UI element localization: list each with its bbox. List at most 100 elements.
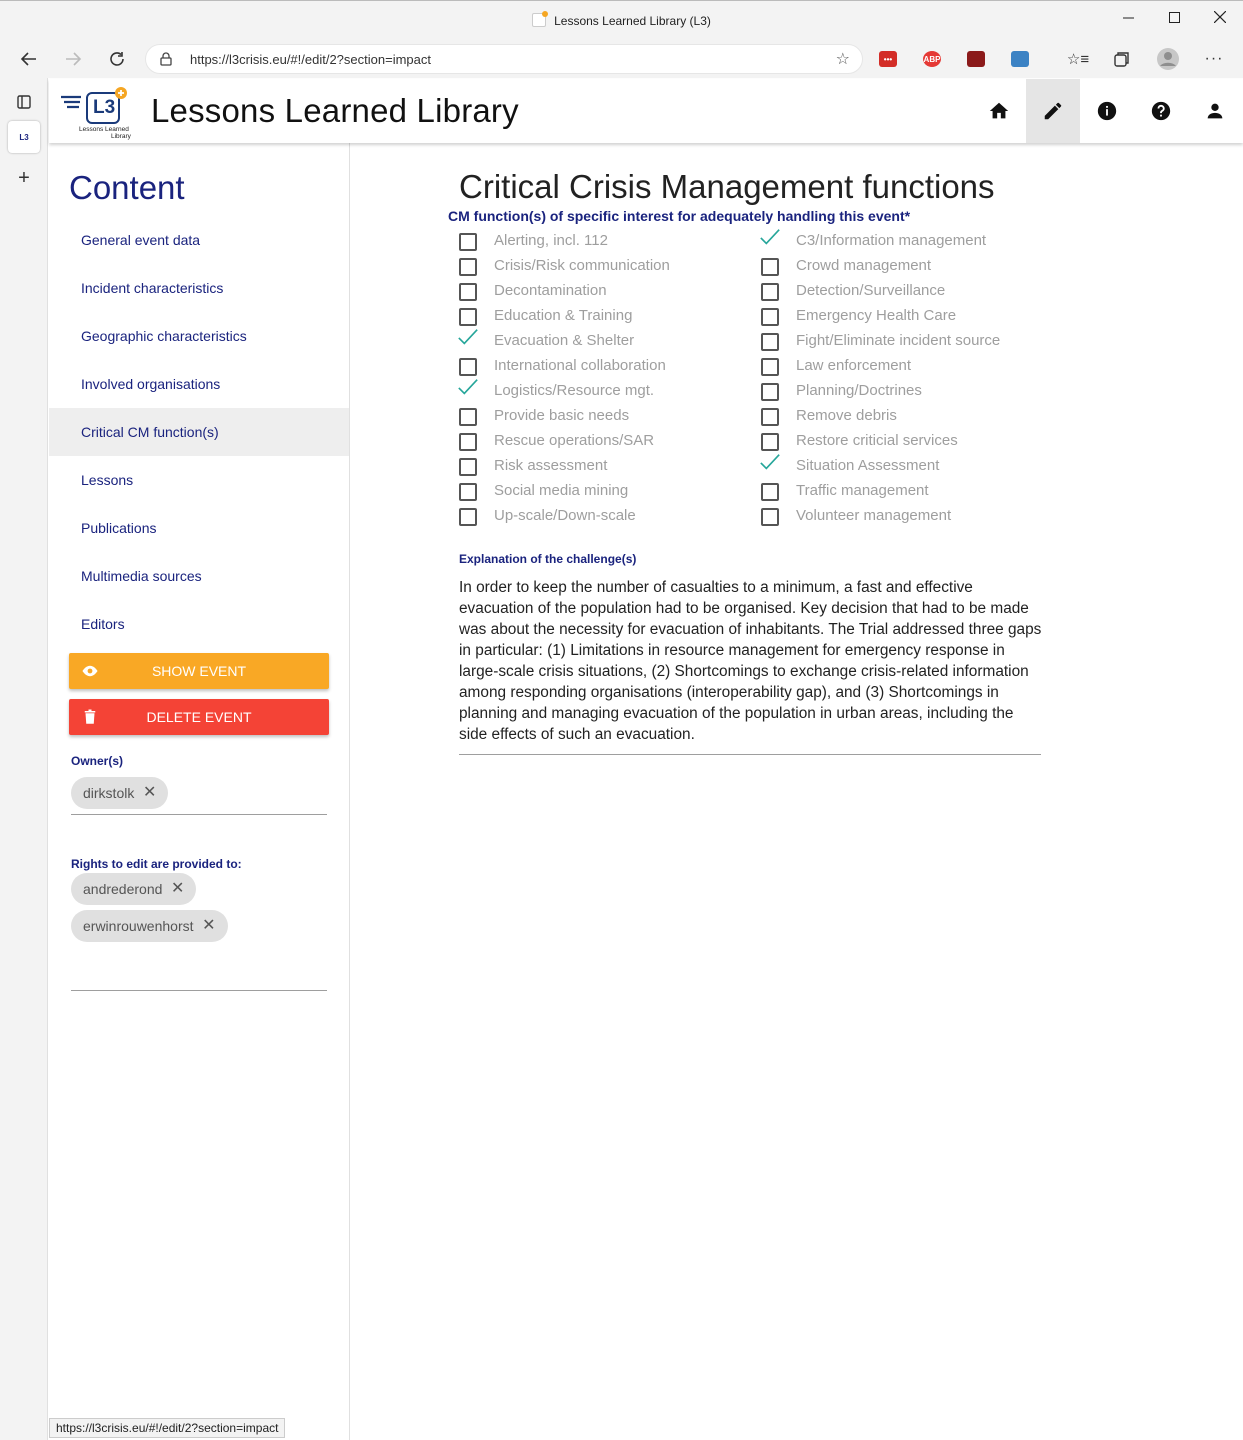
edit-button[interactable] — [1026, 79, 1080, 143]
cm-function-label: Alerting, incl. 112 — [494, 232, 608, 249]
refresh-button[interactable] — [102, 44, 132, 74]
cm-function-label: Risk assessment — [494, 457, 608, 474]
show-event-label: SHOW EVENT — [151, 663, 247, 679]
checkbox-box[interactable] — [459, 458, 477, 476]
adblock-extension-icon[interactable]: ABP — [923, 51, 941, 67]
checkbox-box[interactable] — [761, 508, 779, 526]
cm-function-label: Social media mining — [494, 482, 629, 499]
remove-chip-icon[interactable]: ✕ — [143, 777, 156, 809]
cm-function-label: Crowd management — [796, 257, 932, 274]
checkmark-icon — [458, 379, 478, 395]
checkbox-box[interactable] — [459, 233, 477, 251]
owners-label: Owner(s) — [71, 754, 124, 768]
remove-chip-icon[interactable]: ✕ — [202, 910, 215, 942]
checkbox-box[interactable] — [761, 383, 779, 401]
checkmark-icon — [458, 329, 478, 345]
functions-question: CM function(s) of specific interest for … — [448, 208, 911, 224]
l3-logo[interactable]: L3 Lessons Learned Library — [59, 83, 131, 140]
lastpass-extension-icon[interactable]: ••• — [879, 51, 897, 67]
vertical-tabs-panel: L3 + — [0, 78, 48, 1440]
checkbox-box[interactable] — [761, 408, 779, 426]
lastpass-extension-label: ••• — [883, 54, 893, 64]
explanation-textarea[interactable]: In order to keep the number of casualtie… — [459, 577, 1045, 745]
checkbox-box[interactable] — [459, 433, 477, 451]
address-bar[interactable]: https://l3crisis.eu/#!/edit/2?section=im… — [145, 44, 863, 74]
app-header: L3 Lessons Learned Library Lessons Learn… — [49, 79, 1243, 143]
lock-icon — [160, 52, 172, 66]
close-window-button[interactable] — [1197, 1, 1243, 33]
checkbox-box[interactable] — [459, 308, 477, 326]
sidebar-item-involved-organisations[interactable]: Involved organisations — [49, 360, 349, 408]
forward-button[interactable] — [58, 44, 88, 74]
editor-chip-label: andrederond — [83, 881, 163, 897]
reader-extension-icon[interactable] — [1011, 51, 1029, 67]
checkbox-box[interactable] — [761, 258, 779, 276]
sidebar-item-critical-cm-functions[interactable]: Critical CM function(s) — [49, 408, 349, 456]
minimize-button[interactable] — [1105, 1, 1151, 33]
checkbox-box[interactable] — [761, 333, 779, 351]
add-favorite-icon[interactable]: ☆ — [836, 49, 850, 69]
sidebar-item-multimedia-sources[interactable]: Multimedia sources — [49, 552, 349, 600]
window-titlebar: Lessons Learned Library (L3) — [0, 0, 1243, 40]
editors-divider — [71, 990, 327, 991]
cm-function-label: Situation Assessment — [796, 457, 940, 474]
show-event-button[interactable]: SHOW EVENT — [69, 653, 329, 689]
logo-caption-2: Library — [111, 133, 131, 140]
new-tab-button[interactable]: + — [8, 162, 40, 194]
profile-button[interactable] — [1153, 44, 1183, 74]
checkbox-box[interactable] — [459, 408, 477, 426]
delete-event-button[interactable]: DELETE EVENT — [69, 699, 329, 735]
checkbox-box[interactable] — [459, 483, 477, 501]
delete-event-label: DELETE EVENT — [146, 709, 252, 725]
settings-more-button[interactable]: ··· — [1199, 44, 1229, 74]
info-button[interactable] — [1080, 79, 1134, 143]
help-button[interactable] — [1134, 79, 1188, 143]
checkbox-box[interactable] — [459, 258, 477, 276]
tab-actions-button[interactable] — [8, 86, 40, 118]
sidebar-item-editors[interactable]: Editors — [49, 600, 349, 648]
checkbox-box[interactable] — [459, 508, 477, 526]
checkbox-box[interactable] — [761, 433, 779, 451]
cm-function-label: Restore criticial services — [796, 432, 958, 449]
profile-avatar-icon — [1157, 48, 1179, 70]
sidebar-item-publications[interactable]: Publications — [49, 504, 349, 552]
extension-3-icon[interactable] — [967, 51, 985, 67]
maximize-button[interactable] — [1151, 1, 1197, 33]
editor-chip: andrederond ✕ — [71, 873, 197, 905]
maximize-icon — [1168, 11, 1180, 23]
help-icon — [1151, 101, 1171, 121]
owner-chip-label: dirkstolk — [83, 785, 135, 801]
app-title: Lessons Learned Library — [151, 92, 519, 129]
l3-favicon-icon: L3 — [19, 132, 29, 142]
checkbox-box[interactable] — [459, 358, 477, 376]
checkbox-box[interactable] — [761, 358, 779, 376]
cm-function-label: Up-scale/Down-scale — [494, 507, 636, 524]
back-button[interactable] — [14, 44, 44, 74]
collections-icon — [1114, 52, 1129, 67]
home-button[interactable] — [972, 79, 1026, 143]
checkbox-box[interactable] — [761, 483, 779, 501]
checkbox-box[interactable] — [459, 283, 477, 301]
sidebar-item-incident-characteristics[interactable]: Incident characteristics — [49, 264, 349, 312]
cm-function-label: Evacuation & Shelter — [494, 332, 635, 349]
sidebar-item-general-event-data[interactable]: General event data — [49, 216, 349, 264]
cm-function-label: Emergency Health Care — [796, 307, 957, 324]
checkbox-box[interactable] — [761, 308, 779, 326]
explanation-label: Explanation of the challenge(s) — [459, 552, 637, 566]
tab-l3-active[interactable]: L3 — [8, 121, 40, 153]
sidebar-item-lessons[interactable]: Lessons — [49, 456, 349, 504]
window-title-text: Lessons Learned Library (L3) — [554, 14, 711, 28]
remove-chip-icon[interactable]: ✕ — [171, 873, 184, 905]
cm-function-label: Education & Training — [494, 307, 633, 324]
cm-function-label: Rescue operations/SAR — [494, 432, 655, 449]
account-button[interactable] — [1188, 79, 1242, 143]
collections-button[interactable] — [1107, 44, 1137, 74]
address-url[interactable]: https://l3crisis.eu/#!/edit/2?section=im… — [190, 52, 431, 67]
sidebar-item-geographic-characteristics[interactable]: Geographic characteristics — [49, 312, 349, 360]
trash-icon — [84, 709, 96, 724]
tab-favicon-icon — [532, 11, 549, 27]
cm-function-label: Traffic management — [796, 482, 929, 499]
refresh-icon — [110, 52, 124, 66]
favorites-button[interactable]: ☆≡ — [1063, 44, 1093, 74]
checkbox-box[interactable] — [761, 283, 779, 301]
